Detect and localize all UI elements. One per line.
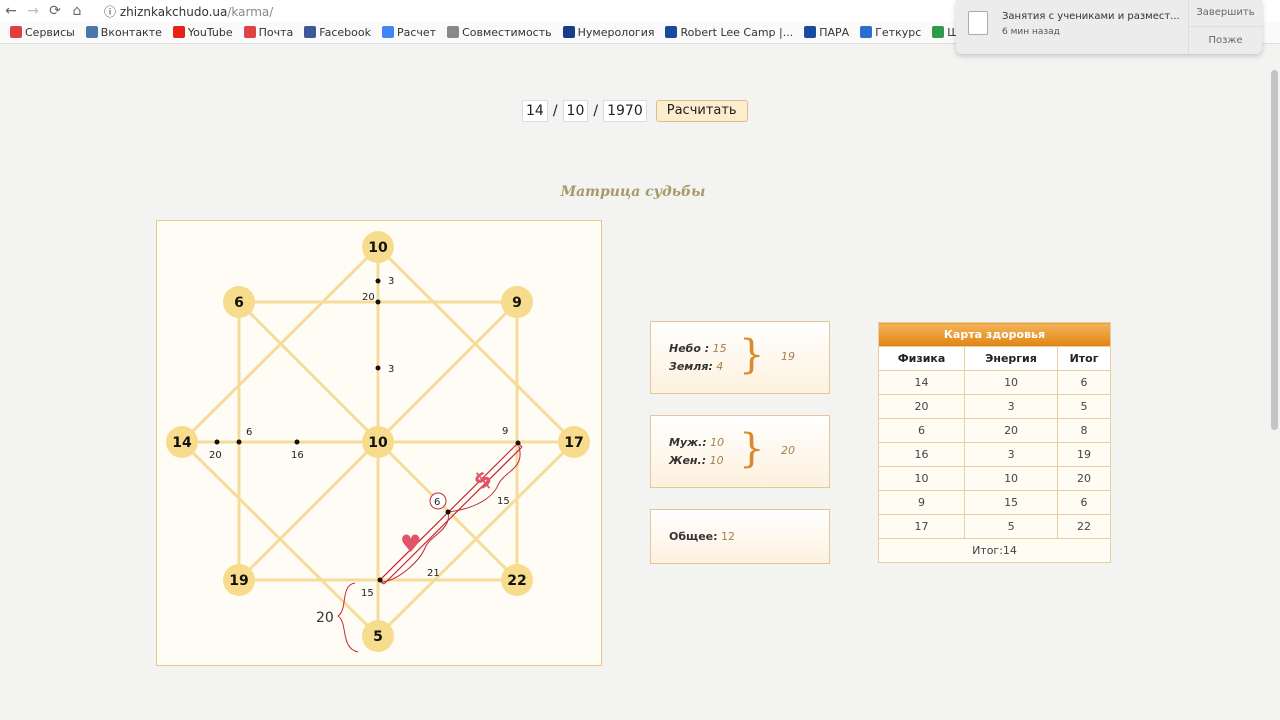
table-cell: 16 <box>877 442 966 467</box>
male-female-box: Муж.: 10 Жен.: 10 } 20 <box>650 415 830 488</box>
matrix-point-label: 3 <box>388 364 394 375</box>
table-row: 20 3 5 <box>877 394 1111 419</box>
male-value: 10 <box>710 436 725 449</box>
matrix-point-label: 20 <box>209 450 222 461</box>
health-table-caption: Карта здоровья <box>878 322 1111 347</box>
female-label: Жен.: <box>669 454 707 467</box>
table-cell: 5 <box>964 514 1059 539</box>
col-header: Энергия <box>964 346 1059 371</box>
table-cell: 10 <box>964 466 1059 491</box>
heart-icon: ♥ <box>400 530 422 558</box>
matrix-point-label: 6 <box>246 427 252 438</box>
table-cell: 9 <box>877 490 966 515</box>
matrix-point-label: 20 <box>362 292 375 303</box>
general-box: Общее: 12 <box>650 509 830 564</box>
table-cell: 22 <box>1057 514 1111 539</box>
matrix-node-value: 10 <box>368 435 388 451</box>
matrix-point <box>214 439 220 445</box>
matrix-node-value: 9 <box>512 295 522 311</box>
matrix-point-label: 15 <box>497 496 510 507</box>
matrix-point <box>375 365 381 371</box>
earth-value: 4 <box>716 360 724 373</box>
table-cell: 15 <box>964 490 1059 515</box>
scrollbar[interactable] <box>1271 70 1278 430</box>
bracket-annotation <box>337 582 359 653</box>
matrix-point <box>294 439 300 445</box>
table-row: 6 20 8 <box>877 418 1111 443</box>
table-cell: 10 <box>877 466 966 491</box>
matrix-node-value: 19 <box>229 573 248 589</box>
matrix-node-value: 10 <box>368 240 388 256</box>
table-cell: 6 <box>1057 490 1111 515</box>
table-row: 16 3 19 <box>877 442 1111 467</box>
matrix-point-label: 21 <box>427 568 440 579</box>
sky-label: Небо : <box>669 342 710 355</box>
matrix-node-value: 6 <box>234 295 244 311</box>
male-label: Муж.: <box>669 436 707 449</box>
table-cell: 8 <box>1057 418 1111 443</box>
bracket-annotation-label: 20 <box>316 610 334 626</box>
matrix-point <box>445 509 451 515</box>
col-header: Физика <box>877 346 966 371</box>
table-cell: 5 <box>1057 394 1111 419</box>
table-cell: 20 <box>1057 466 1111 491</box>
brace-icon: } <box>739 332 765 378</box>
table-cell: 17 <box>877 514 966 539</box>
table-cell: 6 <box>1057 370 1111 395</box>
table-row: 14 10 6 <box>877 370 1111 395</box>
sky-earth-sum: 19 <box>781 350 795 363</box>
matrix-point <box>375 278 381 284</box>
table-row: 17 5 22 <box>877 514 1111 539</box>
sky-earth-box: Небо : 15 Земля: 4 } 19 <box>650 321 830 394</box>
female-value: 10 <box>709 454 724 467</box>
table-row: 10 10 20 <box>877 466 1111 491</box>
earth-label: Земля: <box>669 360 713 373</box>
matrix-node-value: 5 <box>373 629 383 645</box>
matrix-point-label: 16 <box>291 450 304 461</box>
table-cell: 20 <box>877 394 966 419</box>
table-cell: 14 <box>877 370 966 395</box>
table-cell: 6 <box>877 418 966 443</box>
sky-value: 15 <box>712 342 727 355</box>
matrix-point-label: 9 <box>502 426 508 437</box>
matrix-point <box>377 577 383 583</box>
brace-icon: } <box>739 426 765 472</box>
matrix-node-value: 14 <box>172 435 192 451</box>
matrix-point <box>515 440 521 446</box>
col-header: Итог <box>1057 346 1111 371</box>
table-cell: 3 <box>964 442 1059 467</box>
matrix-point <box>375 299 381 305</box>
general-value: 12 <box>721 530 736 543</box>
table-cell: 10 <box>964 370 1059 395</box>
health-total: Итог:14 <box>878 538 1111 563</box>
table-cell: 3 <box>964 394 1059 419</box>
table-cell: 19 <box>1057 442 1111 467</box>
money-icon: $ <box>469 466 497 495</box>
health-table: Карта здоровья Физика Энергия Итог 14 10 6 20… <box>877 322 1111 563</box>
matrix-point-label: 6 <box>434 497 440 508</box>
male-female-sum: 20 <box>781 444 795 457</box>
matrix-point-label: 15 <box>361 588 374 599</box>
matrix-node-value: 22 <box>507 573 526 589</box>
table-row: 9 15 6 <box>877 490 1111 515</box>
matrix-point <box>236 439 242 445</box>
matrix-point-label: 3 <box>388 276 394 287</box>
table-cell: 20 <box>964 418 1059 443</box>
general-label: Общее: <box>669 530 718 543</box>
matrix-node-value: 17 <box>564 435 583 451</box>
